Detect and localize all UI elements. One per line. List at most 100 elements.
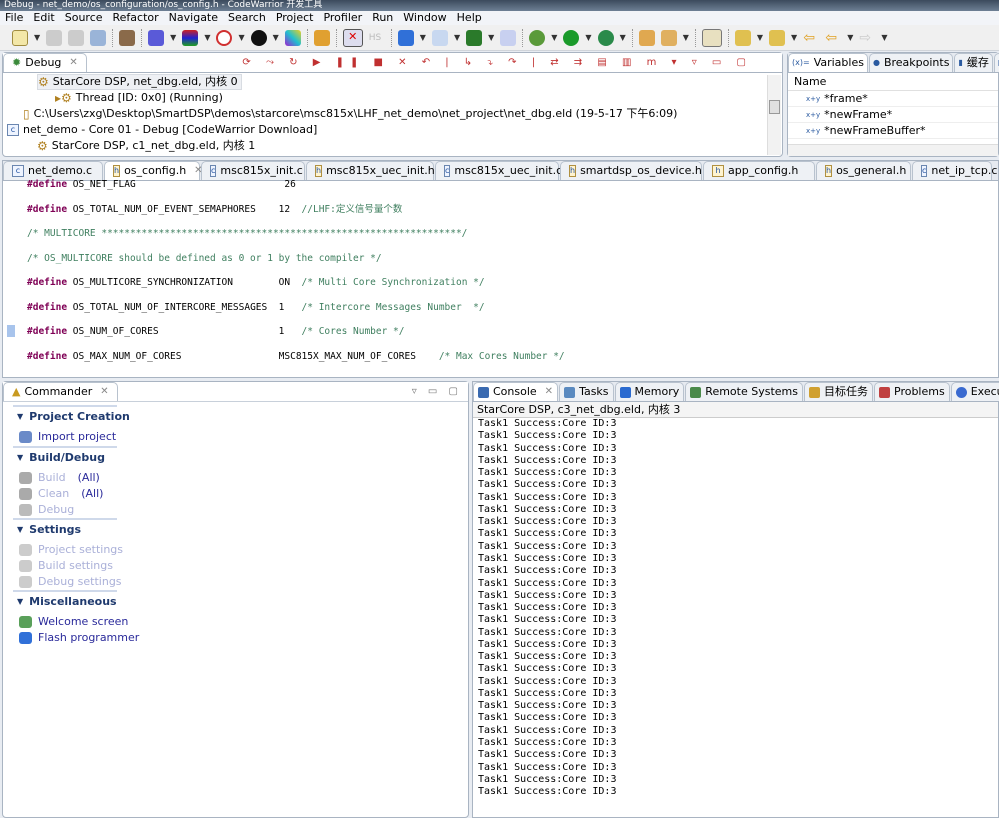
collapse-icon[interactable]: ▼ bbox=[17, 525, 23, 534]
new-icon[interactable] bbox=[12, 29, 28, 46]
menu-file[interactable]: File bbox=[0, 11, 28, 25]
tab-executables[interactable]: Executables bbox=[950, 382, 999, 401]
tab-net-ip-tcp-c[interactable]: c net_ip_tcp.c bbox=[912, 161, 997, 180]
tab-msc815x-init-c[interactable]: c msc815x_init.c bbox=[201, 161, 305, 180]
menu-navigate[interactable]: Navigate bbox=[164, 11, 223, 25]
view-menu-controls[interactable]: ▿ ▭ ▢ bbox=[412, 383, 468, 401]
hs-icon[interactable]: HS bbox=[369, 30, 385, 46]
tab-os-general-h[interactable]: h os_general.h bbox=[816, 161, 911, 180]
binary-icon[interactable] bbox=[431, 29, 448, 46]
dropdown-icon[interactable]: ▼ bbox=[204, 33, 210, 42]
back-icon[interactable]: ⇦ bbox=[825, 30, 841, 46]
tab-os-config-h[interactable]: h os_config.h ✕ bbox=[104, 161, 203, 180]
section-build-debug[interactable]: ▼ Build/Debug bbox=[13, 446, 117, 464]
dropdown-icon[interactable]: ▼ bbox=[585, 33, 591, 42]
commander-item-import-project[interactable]: Import project bbox=[19, 430, 116, 443]
tab-debug[interactable]: ✹ Debug ✕ bbox=[3, 53, 87, 72]
menu-edit[interactable]: Edit bbox=[28, 11, 59, 25]
forward-icon[interactable]: ⇨ bbox=[859, 30, 875, 46]
close-icon[interactable]: ✕ bbox=[69, 54, 77, 72]
menu-help[interactable]: Help bbox=[452, 11, 487, 25]
tab-net-demo-c[interactable]: c net_demo.c bbox=[3, 161, 103, 180]
tab-console[interactable]: Console ✕ bbox=[473, 382, 559, 401]
commander-item-build[interactable]: Build (All) bbox=[19, 471, 100, 484]
next-annotation-icon[interactable] bbox=[734, 29, 751, 46]
open-folder-icon[interactable] bbox=[638, 29, 655, 46]
prev-annotation-icon[interactable] bbox=[769, 29, 786, 46]
section-settings[interactable]: ▼ Settings bbox=[12, 518, 118, 536]
dropdown-icon[interactable]: ▼ bbox=[757, 33, 763, 42]
dropdown-icon[interactable]: ▼ bbox=[420, 33, 426, 42]
collapse-icon[interactable]: ▼ bbox=[17, 453, 23, 462]
dropdown-icon[interactable]: ▼ bbox=[847, 33, 853, 42]
timer-icon[interactable] bbox=[216, 29, 233, 46]
debug-tree-item[interactable]: c net_demo - Core 01 - Debug [CodeWarrior… bbox=[7, 122, 317, 138]
debug-icon[interactable] bbox=[529, 29, 546, 46]
format-icon[interactable] bbox=[148, 29, 165, 46]
remove-all-icon[interactable]: ✕ bbox=[342, 28, 363, 47]
item-scope-link[interactable]: (All) bbox=[81, 487, 103, 500]
color-bars-icon[interactable] bbox=[182, 29, 199, 46]
tab-tasks[interactable]: Tasks bbox=[559, 382, 614, 401]
section-miscellaneous[interactable]: ▼ Miscellaneous bbox=[13, 590, 117, 608]
tab-registers[interactable]: ▦R bbox=[993, 53, 999, 72]
menu-source[interactable]: Source bbox=[60, 11, 108, 25]
dropdown-icon[interactable]: ▼ bbox=[683, 33, 689, 42]
dropdown-icon[interactable]: ▼ bbox=[551, 33, 557, 42]
sync-icon[interactable] bbox=[313, 29, 330, 46]
debug-tree-item[interactable]: ▸⚙ Thread [ID: 0x0] (Running) bbox=[55, 90, 223, 106]
menu-refactor[interactable]: Refactor bbox=[108, 11, 164, 25]
debug-scrollbar[interactable] bbox=[767, 75, 781, 155]
tab-commander[interactable]: ▲ Commander ✕ bbox=[3, 382, 118, 401]
tab-msc815x-uec-init-h[interactable]: h msc815x_uec_init.h bbox=[306, 161, 435, 180]
dropdown-icon[interactable]: ▼ bbox=[170, 33, 176, 42]
dropdown-icon[interactable]: ▼ bbox=[273, 33, 279, 42]
tab-app-config-h[interactable]: h app_config.h bbox=[703, 161, 815, 180]
close-icon[interactable]: ✕ bbox=[100, 383, 108, 401]
tab-breakpoints[interactable]: ● Breakpoints bbox=[868, 53, 954, 72]
commander-item-debug-settings[interactable]: Debug settings bbox=[19, 575, 122, 588]
dropdown-icon[interactable]: ▼ bbox=[881, 33, 887, 42]
scroll-thumb[interactable] bbox=[769, 100, 780, 114]
plugin-icon[interactable] bbox=[284, 29, 301, 46]
menu-project[interactable]: Project bbox=[271, 11, 319, 25]
commander-item-clean[interactable]: Clean (All) bbox=[19, 487, 103, 500]
debug-toolbar[interactable]: ⟳ ⤳ ↻ ▶ ❚❚ ■ ✕ ↶ | ↳ ⤵ ↷ | ⇄ ⇉ ▤ ▥ m ▾ ▿… bbox=[242, 54, 782, 72]
flash-icon[interactable] bbox=[397, 29, 414, 46]
column-header-name[interactable]: Name bbox=[788, 73, 998, 91]
run-icon[interactable] bbox=[563, 29, 580, 46]
d-icon[interactable] bbox=[250, 29, 267, 46]
section-project-creation[interactable]: ▼ Project Creation bbox=[13, 405, 130, 423]
dropdown-icon[interactable]: ▼ bbox=[620, 33, 626, 42]
dropdown-icon[interactable]: ▼ bbox=[34, 33, 40, 42]
commander-item-build-settings[interactable]: Build settings bbox=[19, 559, 113, 572]
menu-run[interactable]: Run bbox=[367, 11, 398, 25]
variable-row[interactable]: x+y *frame* bbox=[788, 91, 998, 107]
tab-cache[interactable]: ▮ 缓存 bbox=[954, 53, 993, 72]
debug-tree-item[interactable]: ▯ C:\Users\zxg\Desktop\SmartDSP\demos\sta… bbox=[23, 106, 677, 122]
tab-remote-systems[interactable]: Remote Systems bbox=[685, 382, 803, 401]
build-icon[interactable] bbox=[119, 29, 136, 46]
last-edit-icon[interactable]: ⇦ bbox=[803, 30, 819, 46]
menu-window[interactable]: Window bbox=[398, 11, 451, 25]
tab-problems[interactable]: Problems bbox=[874, 382, 950, 401]
dropdown-icon[interactable]: ▼ bbox=[488, 33, 494, 42]
tab-memory[interactable]: Memory bbox=[614, 382, 685, 401]
tab-variables[interactable]: (x)= Variables bbox=[788, 53, 868, 72]
print-icon[interactable] bbox=[90, 29, 107, 46]
dropdown-icon[interactable]: ▼ bbox=[454, 33, 460, 42]
save-icon[interactable] bbox=[46, 29, 63, 46]
dropdown-icon[interactable]: ▼ bbox=[791, 33, 797, 42]
commander-item-flash-programmer[interactable]: Flash programmer bbox=[19, 631, 139, 644]
annotation-toggle-icon[interactable] bbox=[701, 28, 722, 47]
debug-tree-item[interactable]: ⚙ StarCore DSP, net_dbg.eld, 内核 0 bbox=[37, 74, 242, 90]
commander-item-project-settings[interactable]: Project settings bbox=[19, 543, 123, 556]
dropdown-icon[interactable]: ▼ bbox=[238, 33, 244, 42]
collapse-icon[interactable]: ▼ bbox=[17, 412, 23, 421]
chip-icon[interactable] bbox=[466, 29, 483, 46]
hex-icon[interactable] bbox=[500, 29, 517, 46]
tab-target-tasks[interactable]: 目标任务 bbox=[804, 382, 873, 401]
external-tools-icon[interactable] bbox=[597, 29, 614, 46]
variable-row[interactable]: x+y *newFrameBuffer* bbox=[788, 123, 998, 139]
commander-item-welcome-screen[interactable]: Welcome screen bbox=[19, 615, 128, 628]
